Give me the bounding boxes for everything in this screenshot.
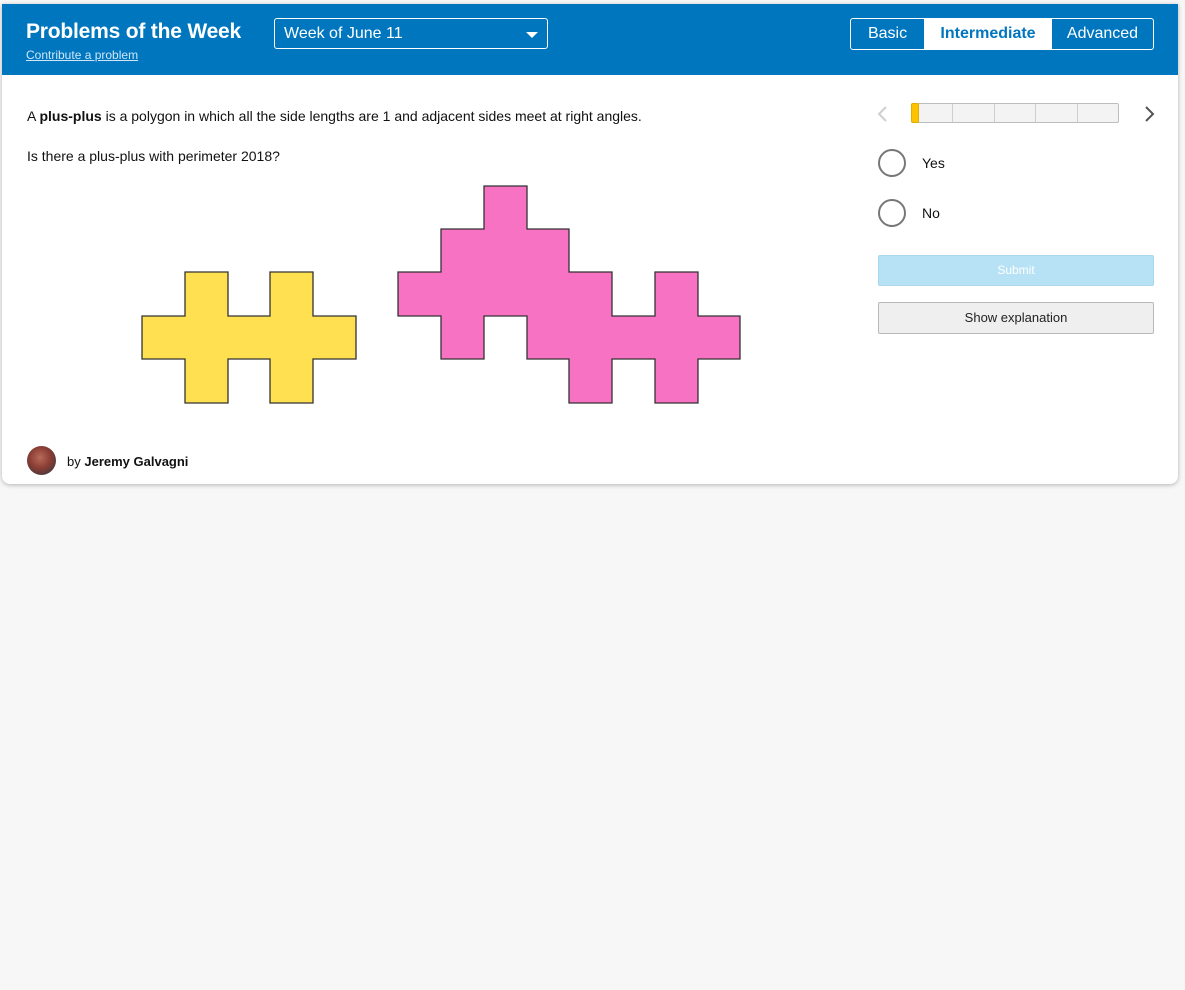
- plus-plus-figure: [141, 185, 741, 404]
- chevron-left-icon[interactable]: [876, 105, 890, 123]
- radio-yes[interactable]: [878, 149, 906, 177]
- pink-plus-plus-shape: [397, 185, 741, 404]
- submit-button[interactable]: Submit: [878, 255, 1154, 286]
- author-name: Jeremy Galvagni: [84, 454, 189, 469]
- tab-intermediate[interactable]: Intermediate: [924, 19, 1051, 49]
- tab-advanced[interactable]: Advanced: [1051, 19, 1153, 49]
- author-byline: by Jeremy Galvagni: [67, 454, 188, 469]
- avatar: [27, 446, 56, 475]
- choice-no-label: No: [922, 205, 940, 221]
- choice-yes-label: Yes: [922, 155, 945, 171]
- problem-progress-bar: [911, 103, 1119, 123]
- progress-fill: [911, 103, 919, 123]
- difficulty-tabs: Basic Intermediate Advanced: [850, 18, 1154, 50]
- problem-card: Problems of the Week Contribute a proble…: [2, 4, 1178, 484]
- author-prefix: by: [67, 454, 81, 469]
- yellow-plus-plus-shape: [141, 271, 357, 404]
- chevron-right-icon[interactable]: [1142, 105, 1156, 123]
- show-explanation-button[interactable]: Show explanation: [878, 302, 1154, 334]
- radio-no[interactable]: [878, 199, 906, 227]
